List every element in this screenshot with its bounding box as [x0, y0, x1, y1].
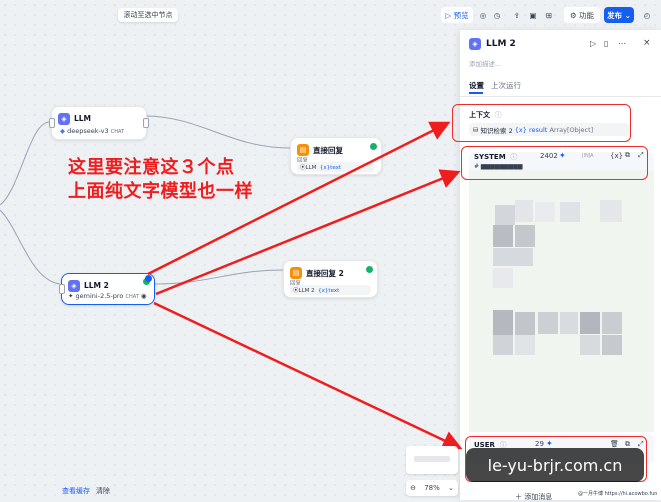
watermark-text: le-yu-brjr.com.cn	[487, 455, 623, 475]
arrow-to-system	[155, 169, 461, 296]
zoom-level: 78%	[424, 484, 440, 492]
zoom-control[interactable]: ⊖ 78% ⌄	[406, 480, 458, 496]
watermark-overlay: le-yu-brjr.com.cn	[466, 448, 644, 482]
minimap[interactable]	[406, 446, 458, 474]
arrow-to-user	[153, 301, 463, 450]
clear-link[interactable]: 清除	[96, 486, 110, 496]
chevron-down-icon[interactable]: ⌄	[448, 484, 454, 492]
watermark-credit: @一月牛博 https://hi.acowbo.fun	[578, 491, 658, 497]
minimap-viewport	[414, 456, 450, 462]
zoom-out-icon[interactable]: ⊖	[410, 484, 416, 492]
arrow-to-context	[147, 121, 451, 276]
view-cache-link[interactable]: 查看缓存	[62, 486, 90, 496]
annotation-arrows	[147, 121, 463, 450]
